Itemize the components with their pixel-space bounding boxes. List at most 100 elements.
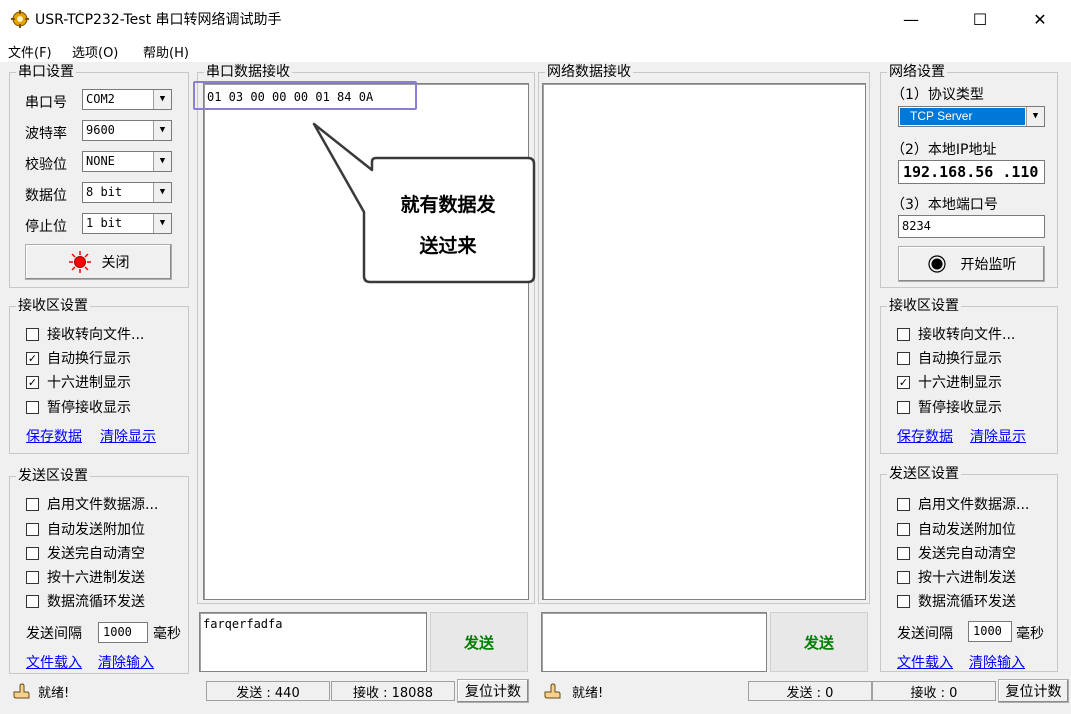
status-sent-left: 发送 : 440 (206, 681, 330, 701)
port-select[interactable]: COM2 ▼ (82, 89, 172, 110)
status-ready-right: 就绪! (572, 686, 604, 701)
hand-pointer-icon (13, 683, 30, 699)
protocol-label: （1）协议类型 (891, 87, 984, 103)
stopbits-select[interactable]: 1 bit ▼ (82, 213, 172, 234)
serial-tx-loop-checkbox[interactable]: 数据流循环发送 (26, 591, 145, 611)
checkbox-icon (26, 594, 39, 608)
status-received-left: 接收 : 18088 (331, 681, 455, 701)
port-label: 串口号 (25, 95, 67, 111)
stopbits-label: 停止位 (25, 219, 67, 235)
checkbox-icon (897, 522, 910, 536)
hand-pointer-icon (544, 683, 561, 699)
net-rx-hex-checkbox[interactable]: ✓ 十六进制显示 (897, 372, 1002, 392)
checkbox-icon (897, 497, 910, 511)
checkbox-label: 数据流循环发送 (918, 594, 1016, 610)
network-receive-group: 网络数据接收 (538, 64, 870, 604)
serial-receive-settings-title: 接收区设置 (16, 298, 90, 314)
network-send-button[interactable]: 发送 (770, 612, 868, 672)
checkbox-label: 自动换行显示 (918, 351, 1002, 367)
serial-clear-display-link[interactable]: 清除显示 (100, 426, 156, 446)
status-ready-left: 就绪! (38, 686, 70, 701)
chevron-down-icon: ▼ (153, 121, 171, 140)
net-interval-input[interactable]: 1000 (968, 621, 1012, 642)
checkbox-label: 按十六进制发送 (47, 570, 145, 586)
serial-tx-file-source-checkbox[interactable]: 启用文件数据源... (26, 494, 158, 514)
checkbox-label: 十六进制显示 (918, 375, 1002, 391)
net-tx-loop-checkbox[interactable]: 数据流循环发送 (897, 591, 1016, 611)
checkbox-label: 发送完自动清空 (918, 546, 1016, 562)
menu-file[interactable]: 文件(F) (8, 42, 52, 61)
checkbox-label: 暂停接收显示 (918, 400, 1002, 416)
checkbox-icon (897, 594, 910, 608)
checkbox-label: 十六进制显示 (47, 375, 131, 391)
app-icon (11, 10, 29, 28)
minimize-button[interactable]: — (888, 0, 934, 38)
menu-options[interactable]: 选项(O) (72, 42, 118, 61)
net-interval-unit: 毫秒 (1016, 626, 1044, 642)
serial-rx-to-file-checkbox[interactable]: 接收转向文件... (26, 324, 144, 344)
serial-send-button[interactable]: 发送 (430, 612, 528, 672)
serial-settings-group: 串口设置 串口号 COM2 ▼ 波特率 9600 ▼ 校验位 NONE ▼ 数据位 8… (9, 64, 189, 288)
serial-rx-autowrap-checkbox[interactable]: ✓ 自动换行显示 (26, 348, 131, 368)
checkbox-icon (897, 327, 910, 341)
status-sent-right: 发送 : 0 (748, 681, 872, 701)
net-rx-pause-checkbox[interactable]: 暂停接收显示 (897, 397, 1002, 417)
chevron-down-icon: ▼ (153, 90, 171, 109)
serial-rx-pause-checkbox[interactable]: 暂停接收显示 (26, 397, 131, 417)
serial-receive-title: 串口数据接收 (204, 64, 292, 80)
net-save-data-link[interactable]: 保存数据 (897, 426, 953, 446)
serial-clear-input-link[interactable]: 清除输入 (98, 652, 154, 672)
parity-select[interactable]: NONE ▼ (82, 151, 172, 172)
reset-count-left-button[interactable]: 复位计数 (457, 679, 529, 703)
baud-select[interactable]: 9600 ▼ (82, 120, 172, 141)
serial-settings-title: 串口设置 (16, 64, 76, 80)
ip-input[interactable]: 192.168.56 .110 (898, 160, 1045, 184)
net-clear-display-link[interactable]: 清除显示 (970, 426, 1026, 446)
serial-tx-append-checkbox[interactable]: 自动发送附加位 (26, 519, 145, 539)
network-receive-settings-group: 接收区设置 接收转向文件... 自动换行显示 ✓ 十六进制显示 暂停接收显示 保存… (880, 298, 1058, 454)
port-number-input[interactable]: 8234 (898, 215, 1045, 238)
databits-select[interactable]: 8 bit ▼ (82, 182, 172, 203)
net-load-file-link[interactable]: 文件载入 (897, 652, 953, 672)
net-rx-autowrap-checkbox[interactable]: 自动换行显示 (897, 348, 1002, 368)
net-tx-autoclear-checkbox[interactable]: 发送完自动清空 (897, 543, 1016, 563)
chevron-down-icon: ▼ (153, 214, 171, 233)
serial-send-settings-title: 发送区设置 (16, 468, 90, 484)
chevron-down-icon: ▼ (1026, 107, 1044, 126)
network-send-input[interactable] (541, 612, 767, 672)
status-received-right: 接收 : 0 (872, 681, 996, 701)
serial-tx-hex-checkbox[interactable]: 按十六进制发送 (26, 567, 145, 587)
start-listen-label: 开始监听 (960, 257, 1017, 273)
checkbox-icon (26, 546, 39, 560)
serial-rx-hex-checkbox[interactable]: ✓ 十六进制显示 (26, 372, 131, 392)
menu-help[interactable]: 帮助(H) (143, 42, 189, 61)
serial-interval-input[interactable]: 1000 (98, 622, 148, 643)
net-tx-hex-checkbox[interactable]: 按十六进制发送 (897, 567, 1016, 587)
reset-count-right-button[interactable]: 复位计数 (998, 679, 1069, 703)
databits-label: 数据位 (25, 188, 67, 204)
net-tx-file-source-checkbox[interactable]: 启用文件数据源... (897, 494, 1029, 514)
checkbox-icon (897, 570, 910, 584)
serial-close-button[interactable]: 关闭 (25, 244, 172, 280)
maximize-button[interactable]: ☐ (957, 0, 1003, 38)
checkbox-label: 自动发送附加位 (918, 522, 1016, 538)
serial-load-file-link[interactable]: 文件载入 (26, 652, 82, 672)
network-receive-area[interactable] (542, 83, 866, 600)
serial-save-data-link[interactable]: 保存数据 (26, 426, 82, 446)
protocol-select[interactable]: TCP Server ▼ (898, 106, 1045, 127)
serial-tx-autoclear-checkbox[interactable]: 发送完自动清空 (26, 543, 145, 563)
checkbox-icon (897, 351, 910, 365)
start-listen-button[interactable]: 开始监听 (898, 246, 1045, 282)
title-bar: USR-TCP232-Test 串口转网络调试助手 — ☐ ✕ (0, 0, 1071, 38)
checkbox-label: 发送完自动清空 (47, 546, 145, 562)
checkbox-icon (26, 570, 39, 584)
checkbox-label: 接收转向文件... (47, 327, 145, 343)
net-rx-to-file-checkbox[interactable]: 接收转向文件... (897, 324, 1015, 344)
close-window-button[interactable]: ✕ (1017, 0, 1063, 38)
net-clear-input-link[interactable]: 清除输入 (969, 652, 1025, 672)
network-send-settings-title: 发送区设置 (887, 466, 961, 482)
checkbox-label: 自动发送附加位 (47, 522, 145, 538)
network-receive-settings-title: 接收区设置 (887, 298, 961, 314)
net-tx-append-checkbox[interactable]: 自动发送附加位 (897, 519, 1016, 539)
serial-send-input[interactable]: farqerfadfa (199, 612, 427, 672)
